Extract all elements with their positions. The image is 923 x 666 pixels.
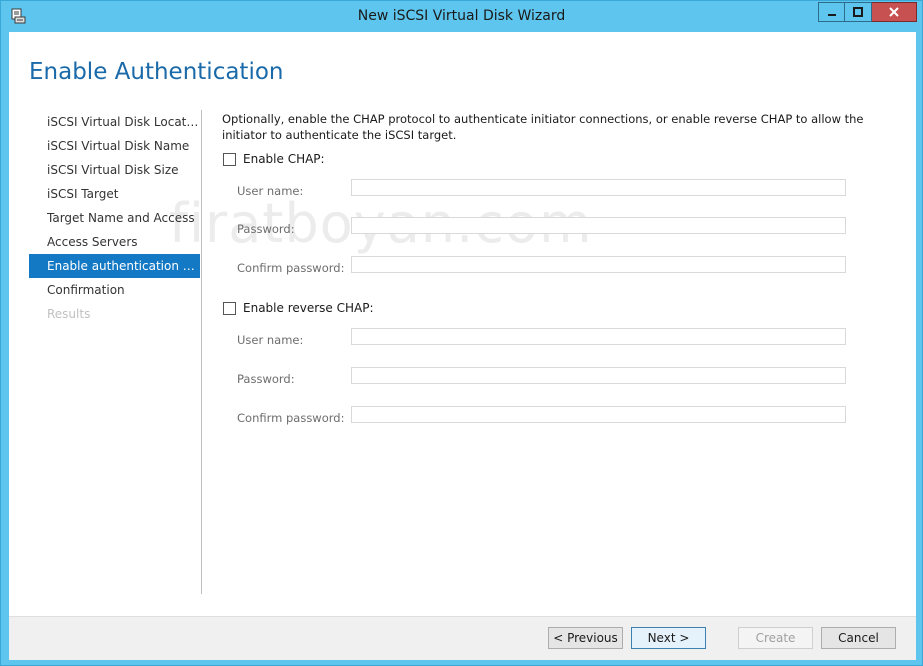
description-text: Optionally, enable the CHAP protocol to … [222, 112, 864, 142]
nav-divider [201, 110, 202, 594]
nav-step-virtual-disk-location[interactable]: iSCSI Virtual Disk Location [29, 110, 200, 134]
enable-reverse-chap-checkbox[interactable] [223, 301, 236, 315]
chap-confirm-password-input[interactable] [351, 256, 846, 273]
chap-password-input[interactable] [351, 217, 846, 234]
close-button[interactable] [872, 2, 917, 22]
page-title: Enable Authentication [29, 59, 284, 85]
nav-step-target-name-access[interactable]: Target Name and Access [29, 206, 200, 230]
wizard-footer: < Previous Next > Create Cancel [9, 616, 916, 660]
nav-step-virtual-disk-name[interactable]: iSCSI Virtual Disk Name [29, 134, 200, 158]
authentication-panel: Optionally, enable the CHAP protocol to … [222, 111, 882, 143]
create-button: Create [738, 627, 813, 649]
enable-reverse-chap-label: Enable reverse CHAP: [243, 301, 374, 315]
maximize-button[interactable] [845, 2, 872, 22]
minimize-icon [827, 14, 836, 16]
nav-step-access-servers[interactable]: Access Servers [29, 230, 200, 254]
enable-chap-checkbox[interactable] [223, 152, 236, 166]
cancel-button[interactable]: Cancel [821, 627, 896, 649]
enable-chap-label: Enable CHAP: [243, 152, 325, 166]
next-button[interactable]: Next > [631, 627, 706, 649]
nav-step-results: Results [47, 307, 91, 321]
nav-step-confirmation[interactable]: Confirmation [29, 278, 200, 302]
chap-username-label: User name: [237, 184, 304, 198]
reverse-chap-password-input[interactable] [351, 367, 846, 384]
wizard-client-area: Enable Authentication firatboyan.com iSC… [9, 32, 916, 660]
previous-button[interactable]: < Previous [548, 627, 623, 649]
title-bar[interactable]: New iSCSI Virtual Disk Wizard [1, 1, 922, 32]
wizard-window: New iSCSI Virtual Disk Wizard Enable Aut… [0, 0, 923, 666]
minimize-button[interactable] [818, 2, 845, 22]
close-icon [889, 7, 899, 17]
enable-chap-row[interactable]: Enable CHAP: [223, 152, 325, 166]
reverse-chap-confirm-password-input[interactable] [351, 406, 846, 423]
reverse-chap-username-label: User name: [237, 333, 304, 347]
enable-reverse-chap-row[interactable]: Enable reverse CHAP: [223, 301, 374, 315]
maximize-icon [853, 7, 863, 17]
window-title: New iSCSI Virtual Disk Wizard [357, 8, 566, 24]
nav-step-virtual-disk-size[interactable]: iSCSI Virtual Disk Size [29, 158, 200, 182]
nav-step-iscsi-target[interactable]: iSCSI Target [29, 182, 200, 206]
chap-password-label: Password: [237, 222, 295, 236]
nav-step-enable-authentication[interactable]: Enable authentication ser... [29, 254, 200, 278]
reverse-chap-password-label: Password: [237, 372, 295, 386]
reverse-chap-username-input[interactable] [351, 328, 846, 345]
reverse-chap-confirm-password-label: Confirm password: [237, 411, 345, 425]
wizard-steps-nav: iSCSI Virtual Disk Location iSCSI Virtua… [29, 110, 201, 326]
chap-confirm-password-label: Confirm password: [237, 261, 345, 275]
chap-username-input[interactable] [351, 179, 846, 196]
